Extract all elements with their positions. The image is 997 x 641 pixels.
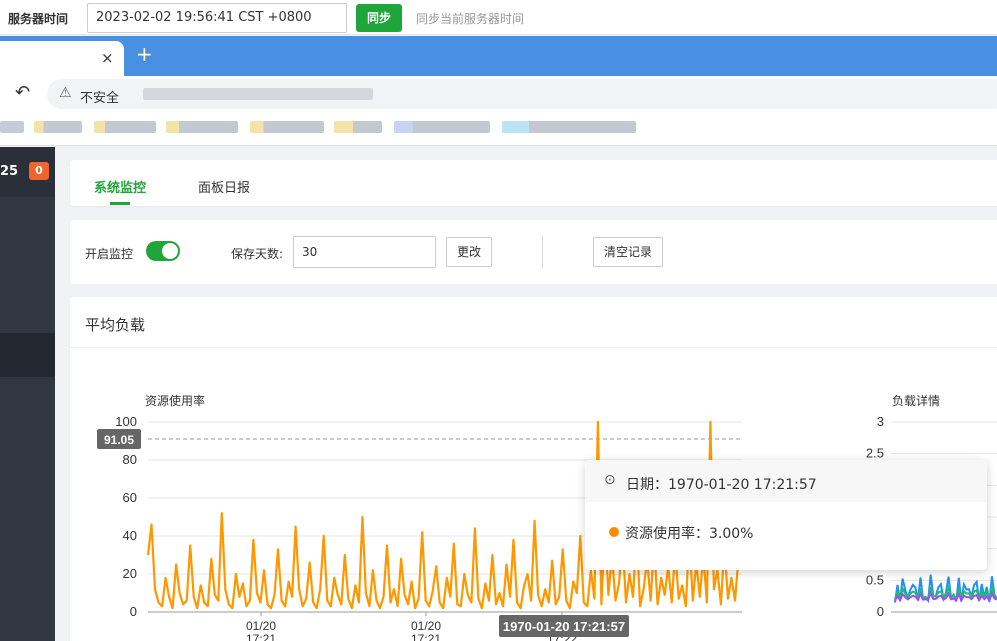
x-tick-date: 01/20 [246, 619, 276, 633]
tooltip-date: 日期：1970-01-20 17:21:57 [626, 477, 817, 493]
clock-icon: ⊙ [604, 472, 616, 488]
y-tick-label: 100 [115, 414, 137, 429]
y-tick-label: 40 [123, 528, 137, 543]
chart-title: 资源使用率 [145, 393, 205, 408]
tooltip-header: ⊙ 日期：1970-01-20 17:21:57 [585, 460, 987, 502]
cursor-label: 1970-01-20 17:21:57 [503, 619, 625, 634]
y-tick-label: 0.5 [866, 572, 884, 587]
chart-tooltip: ⊙ 日期：1970-01-20 17:21:57 资源使用率：3.00% [585, 460, 987, 570]
y-tick-label: 60 [123, 490, 137, 505]
x-tick-date: 01/20 [411, 619, 441, 633]
tooltip-value: 资源使用率：3.00% [625, 526, 754, 542]
y-tick-label: 0 [877, 604, 884, 619]
y-tick-label: 2.5 [866, 446, 884, 461]
x-tick-time: 17:21 [411, 632, 441, 641]
marker-label: 91.05 [104, 433, 134, 447]
x-tick-time: 17:21 [246, 632, 276, 641]
y-tick-label: 80 [123, 452, 137, 467]
y-tick-label: 0 [130, 604, 137, 619]
y-tick-label: 20 [123, 566, 137, 581]
series-dot [609, 527, 619, 537]
chart-title: 负载详情 [892, 393, 940, 408]
y-tick-label: 3 [877, 414, 884, 429]
